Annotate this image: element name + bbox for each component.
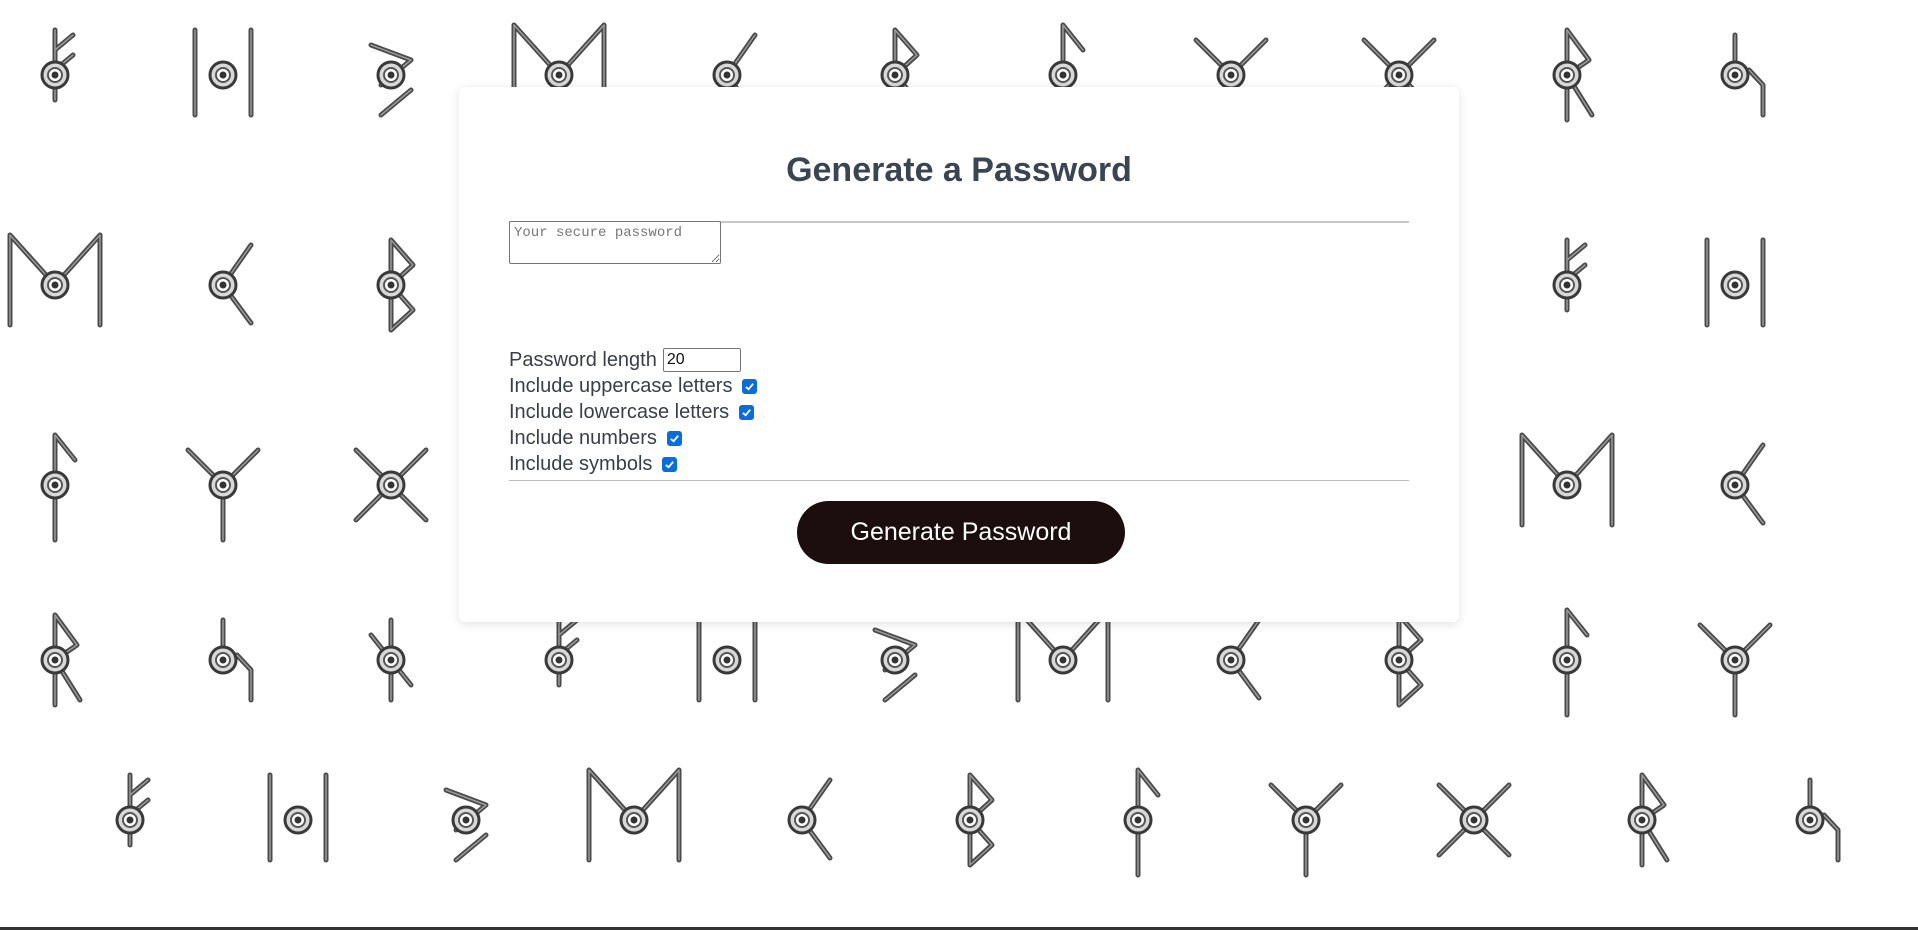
unown-glyph-icon [7,232,103,328]
uppercase-label: Include uppercase letters [509,375,733,397]
symbols-checkbox[interactable] [662,456,678,472]
unown-glyph-icon [1268,782,1344,878]
unown-glyph-icon [1697,622,1773,718]
unown-glyph-icon [1704,237,1766,328]
numbers-checkbox[interactable] [666,430,682,446]
setting-length: Password length [509,347,757,373]
unown-glyph-icon [368,617,414,703]
bottom-divider [509,480,1409,481]
unown-glyph-icon [1384,612,1424,708]
unown-glyph-icon [1015,607,1111,703]
checkmark-icon [745,382,755,391]
uppercase-checkbox[interactable] [742,378,758,394]
setting-numbers: Include numbers [509,425,757,451]
unown-glyph-icon [368,42,414,118]
unown-glyph-icon [1436,782,1512,858]
unown-glyph-icon [376,237,416,333]
symbols-label: Include symbols [509,453,653,475]
unown-glyph-icon [208,617,254,703]
unown-glyph-icon [1720,32,1766,118]
unown-glyph-icon [586,767,682,863]
unown-glyph-icon [787,777,833,861]
unown-glyph-icon [208,242,254,326]
generate-password-button[interactable]: Generate Password [797,501,1125,564]
unown-glyph-icon [185,447,261,543]
unown-glyph-icon [872,627,918,703]
setting-symbols: Include symbols [509,451,757,477]
unown-glyph-icon [696,612,758,703]
unown-glyph-icon [115,772,151,848]
unown-glyph-icon [40,27,76,103]
settings-panel: Password length Include uppercase letter… [509,347,758,477]
checkmark-icon [665,460,675,469]
unown-glyph-icon [1216,617,1262,701]
numbers-label: Include numbers [509,427,657,449]
lowercase-label: Include lowercase letters [509,401,730,423]
unown-glyph-icon [353,447,429,523]
unown-glyph-icon [40,432,78,543]
unown-glyph-icon [1552,27,1595,123]
unown-glyph-icon [1795,777,1841,863]
length-input[interactable] [662,348,741,372]
unown-glyph-icon [1552,237,1588,313]
unown-glyph-icon [1519,432,1615,528]
unown-glyph-icon [1627,772,1670,868]
page-title: Generate a Password [786,151,1132,189]
unown-glyph-icon [40,612,83,708]
length-label: Password length [509,349,657,371]
lowercase-checkbox[interactable] [739,404,755,420]
setting-uppercase: Include uppercase letters [509,373,758,399]
checkmark-icon [742,408,751,417]
unown-glyph-icon [544,612,580,688]
checkmark-icon [670,434,679,443]
unown-glyph-icon [443,787,489,863]
unown-glyph-icon [1123,767,1161,878]
password-generator-card: Generate a Password Password length Incl… [459,87,1459,622]
password-output[interactable] [509,221,721,264]
unown-glyph-icon [955,772,995,868]
unown-glyph-icon [267,772,329,863]
setting-lowercase: Include lowercase letters [509,399,757,425]
unown-glyph-icon [1720,442,1766,526]
unown-glyph-icon [1552,607,1590,718]
unown-glyph-icon [192,27,254,118]
